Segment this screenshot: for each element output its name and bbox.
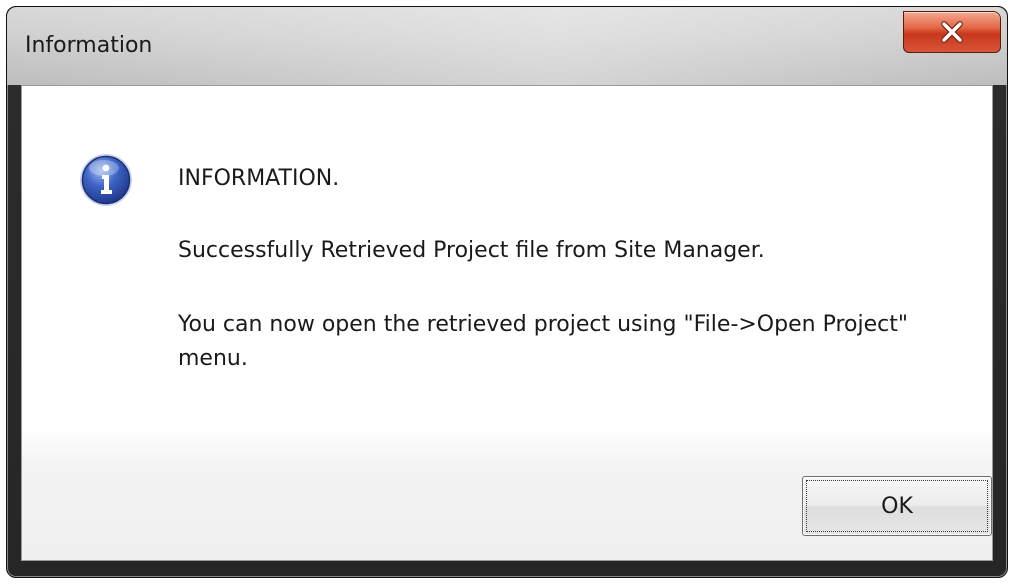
close-button[interactable] xyxy=(903,11,1001,53)
ok-button[interactable]: OK xyxy=(802,476,992,536)
dialog-title: Information xyxy=(25,33,153,58)
close-icon xyxy=(941,21,963,43)
information-dialog: Information INFORMATION. Successfully Re… xyxy=(6,6,1008,578)
message-line-1: Successfully Retrieved Project file from… xyxy=(178,238,765,263)
title-bar-glass xyxy=(7,7,1007,85)
title-bar[interactable]: Information xyxy=(7,7,1007,85)
info-icon xyxy=(80,154,132,206)
message-line-2: You can now open the retrieved project u… xyxy=(178,312,908,371)
message-heading: INFORMATION. xyxy=(178,166,340,191)
dialog-content: INFORMATION. Successfully Retrieved Proj… xyxy=(21,85,993,561)
